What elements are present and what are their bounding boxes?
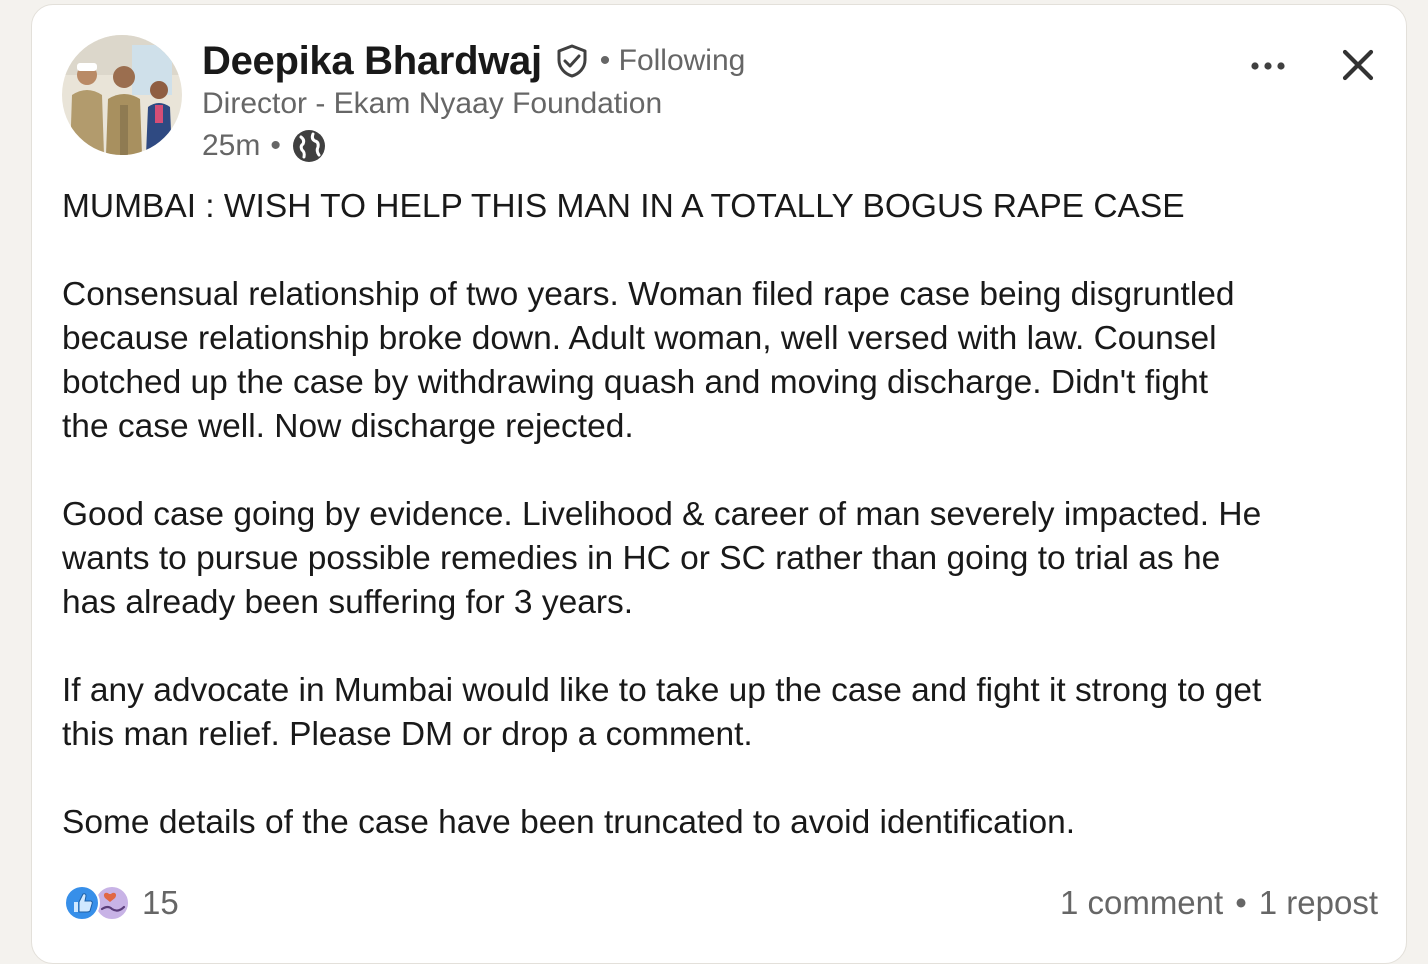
close-button[interactable] bbox=[1334, 43, 1382, 91]
post-paragraph: Some details of the case have been trunc… bbox=[62, 801, 1392, 845]
post-line: Some details of the case have been trunc… bbox=[62, 804, 1076, 841]
post-line: because relationship broke down. Adult w… bbox=[62, 320, 1217, 357]
author-headline: Director - Ekam Nyaay Foundation bbox=[202, 87, 663, 120]
engagement-counts: 1 comment • 1 repost bbox=[1060, 884, 1378, 922]
reaction-icons bbox=[62, 883, 132, 923]
post-meta: 25m • bbox=[202, 125, 327, 167]
close-icon bbox=[1342, 49, 1374, 86]
reaction-count: 15 bbox=[142, 884, 179, 921]
post-line: Good case going by evidence. Livelihood … bbox=[62, 496, 1262, 533]
author-name-row: Deepika Bhardwaj • Following bbox=[202, 35, 745, 87]
post-line: wants to pursue possible remedies in HC … bbox=[62, 540, 1221, 577]
counts-separator: • bbox=[1235, 884, 1247, 921]
post-line: has already been suffering for 3 years. bbox=[62, 584, 634, 621]
post-text: MUMBAI : WISH TO HELP THIS MAN IN A TOTA… bbox=[62, 185, 1392, 845]
reposts-count-link[interactable]: 1 repost bbox=[1259, 884, 1378, 922]
post-line: this man relief. Please DM or drop a com… bbox=[62, 716, 753, 753]
post-paragraph: Good case going by evidence. Livelihood … bbox=[62, 493, 1392, 625]
verified-shield-icon bbox=[554, 43, 590, 79]
support-icon bbox=[94, 885, 130, 921]
post-card: Deepika Bhardwaj • Following Director - … bbox=[31, 4, 1407, 964]
comments-count-link[interactable]: 1 comment bbox=[1060, 884, 1223, 922]
meta-separator: • bbox=[270, 129, 281, 162]
post-paragraph: MUMBAI : WISH TO HELP THIS MAN IN A TOTA… bbox=[62, 185, 1392, 229]
post-time: 25m bbox=[202, 129, 261, 162]
following-status[interactable]: • Following bbox=[600, 44, 746, 78]
reactions-summary[interactable]: 15 bbox=[62, 883, 179, 923]
like-icon bbox=[64, 885, 100, 921]
post-line: If any advocate in Mumbai would like to … bbox=[62, 672, 1262, 709]
more-options-icon bbox=[1250, 58, 1286, 76]
post-line: botched up the case by withdrawing quash… bbox=[62, 364, 1209, 401]
globe-icon bbox=[291, 128, 327, 164]
post-paragraph: Consensual relationship of two years. Wo… bbox=[62, 273, 1392, 449]
post-line: the case well. Now discharge rejected. bbox=[62, 408, 634, 445]
post-line: Consensual relationship of two years. Wo… bbox=[62, 276, 1235, 313]
social-counts: 15 1 comment • 1 repost bbox=[62, 881, 1378, 925]
author-avatar[interactable] bbox=[62, 35, 182, 155]
post-line: MUMBAI : WISH TO HELP THIS MAN IN A TOTA… bbox=[62, 188, 1185, 225]
more-options-button[interactable] bbox=[1244, 47, 1292, 87]
author-name[interactable]: Deepika Bhardwaj bbox=[202, 39, 542, 84]
post-paragraph: If any advocate in Mumbai would like to … bbox=[62, 669, 1392, 757]
